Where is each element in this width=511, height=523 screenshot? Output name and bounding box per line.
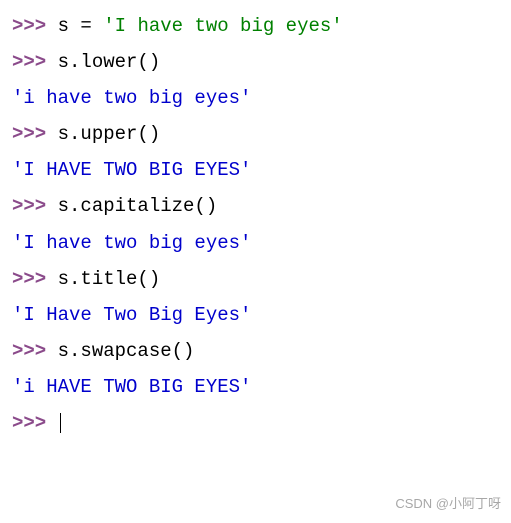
watermark-text: CSDN @小阿丁呀: [395, 492, 501, 517]
output-text: 'i have two big eyes': [12, 87, 251, 109]
code-string: 'I have two big eyes': [103, 15, 342, 37]
repl-output-4: 'I Have Two Big Eyes': [12, 297, 499, 333]
code-op: =: [69, 15, 103, 37]
code-call: s.capitalize(): [58, 195, 218, 217]
repl-line-6: >>> s.swapcase(): [12, 333, 499, 369]
output-text: 'i HAVE TWO BIG EYES': [12, 376, 251, 398]
code-call: s.title(): [58, 268, 161, 290]
prompt-icon: >>>: [12, 123, 58, 145]
repl-output-3: 'I have two big eyes': [12, 225, 499, 261]
prompt-icon: >>>: [12, 15, 58, 37]
prompt-icon: >>>: [12, 51, 58, 73]
repl-line-5: >>> s.title(): [12, 261, 499, 297]
prompt-icon: >>>: [12, 412, 58, 434]
repl-output-1: 'i have two big eyes': [12, 80, 499, 116]
code-var: s: [58, 15, 69, 37]
repl-output-5: 'i HAVE TWO BIG EYES': [12, 369, 499, 405]
repl-line-1: >>> s = 'I have two big eyes': [12, 8, 499, 44]
repl-line-2: >>> s.lower(): [12, 44, 499, 80]
output-text: 'I have two big eyes': [12, 232, 251, 254]
prompt-icon: >>>: [12, 268, 58, 290]
cursor-icon: [60, 413, 61, 433]
output-text: 'I Have Two Big Eyes': [12, 304, 251, 326]
code-call: s.upper(): [58, 123, 161, 145]
repl-line-4: >>> s.capitalize(): [12, 188, 499, 224]
repl-output-2: 'I HAVE TWO BIG EYES': [12, 152, 499, 188]
code-call: s.lower(): [58, 51, 161, 73]
code-call: s.swapcase(): [58, 340, 195, 362]
repl-input-current[interactable]: >>>: [12, 405, 499, 441]
repl-line-3: >>> s.upper(): [12, 116, 499, 152]
prompt-icon: >>>: [12, 195, 58, 217]
output-text: 'I HAVE TWO BIG EYES': [12, 159, 251, 181]
prompt-icon: >>>: [12, 340, 58, 362]
